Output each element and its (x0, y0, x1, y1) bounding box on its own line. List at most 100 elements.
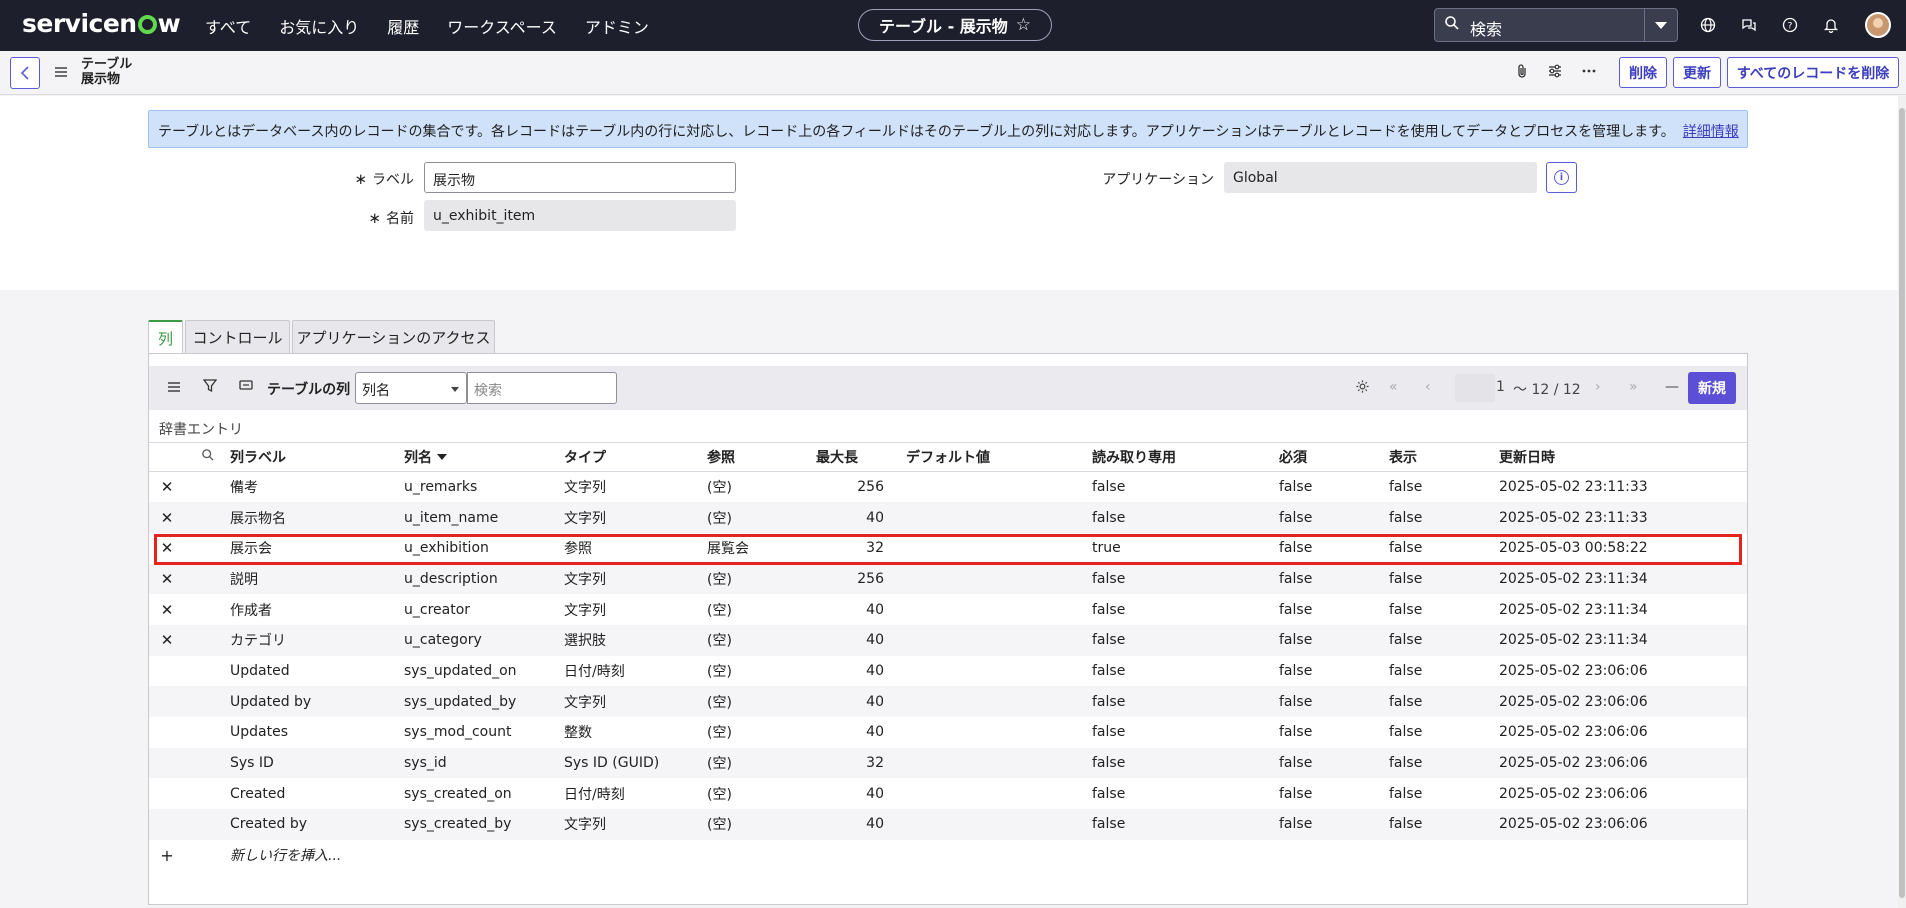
cell-type[interactable]: Sys ID (GUID) (564, 747, 707, 779)
notifications-bell-icon[interactable] (1819, 13, 1843, 37)
cell-column-label[interactable]: Sys ID (230, 747, 404, 779)
attachment-icon[interactable] (1515, 63, 1529, 83)
cell-column-label[interactable]: Created (230, 778, 404, 809)
search-scope-dropdown[interactable] (1644, 9, 1677, 41)
search-input[interactable]: 検索 (1470, 16, 1502, 40)
list-menu-icon[interactable] (167, 379, 181, 397)
table-row[interactable]: Updated sys_updated_on 日付/時刻 (空) 40 false fals… (149, 656, 1747, 687)
table-row[interactable]: ✕ 備考 u_remarks 文字列 (空) 256 false false false 2025… (149, 472, 1747, 503)
first-page-icon[interactable]: « (1389, 379, 1398, 395)
more-info-link[interactable]: 詳細情報 (1683, 124, 1739, 140)
header-column-label[interactable]: 列ラベル (230, 442, 404, 472)
list-search-input[interactable]: 検索 (467, 372, 617, 404)
page-number-input[interactable] (1455, 374, 1495, 402)
label-input[interactable]: 展示物 (424, 162, 736, 193)
header-mandatory[interactable]: 必須 (1279, 442, 1389, 472)
delete-row-icon[interactable]: ✕ (149, 594, 185, 625)
previous-page-icon[interactable]: ‹ (1425, 379, 1431, 395)
table-row[interactable]: ✕ 展示物名 u_item_name 文字列 (空) 40 false false false 2… (149, 502, 1747, 533)
favorite-star-icon[interactable]: ☆ (1016, 15, 1031, 35)
delete-row-icon[interactable]: ✕ (149, 502, 185, 533)
menu-admin[interactable]: アドミン (585, 14, 649, 38)
delete-all-records-button[interactable]: すべてのレコードを削除 (1727, 57, 1899, 88)
cell-type[interactable]: 選択肢 (564, 624, 707, 656)
cell-type[interactable]: 参照 (564, 533, 707, 564)
cell-column-label[interactable]: 展示物名 (230, 502, 404, 533)
globe-icon[interactable] (1696, 13, 1720, 37)
collapse-list-icon[interactable]: — (1665, 379, 1679, 395)
cell-column-label[interactable]: 展示会 (230, 533, 404, 564)
form-context-menu-icon[interactable] (54, 63, 68, 82)
menu-favorites[interactable]: お気に入り (279, 14, 359, 38)
scrollbar-thumb[interactable] (1899, 108, 1905, 898)
header-display[interactable]: 表示 (1389, 442, 1499, 472)
more-options-icon[interactable] (1581, 63, 1597, 83)
last-page-icon[interactable]: » (1629, 379, 1638, 395)
cell-type[interactable]: 文字列 (564, 502, 707, 533)
user-avatar[interactable] (1865, 12, 1891, 38)
cell-column-label[interactable]: Updates (230, 717, 404, 748)
next-page-icon[interactable]: › (1595, 379, 1601, 395)
column-search-icon[interactable] (185, 442, 230, 472)
cell-column-label[interactable]: カテゴリ (230, 624, 404, 656)
cell-type[interactable]: 文字列 (564, 472, 707, 503)
global-search[interactable]: 検索 (1434, 8, 1678, 42)
tab-controls[interactable]: コントロール (185, 320, 290, 353)
table-row[interactable]: Sys ID sys_id Sys ID (GUID) (空) 32 false false… (149, 747, 1747, 779)
cell-type[interactable]: 文字列 (564, 563, 707, 595)
header-max-length[interactable]: 最大長 (816, 442, 906, 472)
header-read-only[interactable]: 読み取り専用 (1092, 442, 1279, 472)
delete-row-icon[interactable]: ✕ (149, 533, 185, 564)
table-row[interactable]: ✕ カテゴリ u_category 選択肢 (空) 40 false false false 20… (149, 624, 1747, 656)
chat-icon[interactable] (1737, 13, 1761, 37)
list-comment-icon[interactable] (239, 379, 253, 397)
cell-column-label[interactable]: 備考 (230, 472, 404, 503)
cell-type[interactable]: 整数 (564, 717, 707, 748)
update-button[interactable]: 更新 (1673, 57, 1721, 88)
menu-workspaces[interactable]: ワークスペース (447, 14, 557, 38)
cell-column-label[interactable]: 説明 (230, 563, 404, 595)
back-button[interactable] (10, 57, 40, 89)
new-button[interactable]: 新規 (1688, 372, 1736, 404)
delete-row-icon[interactable]: ✕ (149, 563, 185, 595)
header-column-name[interactable]: 列名 (404, 442, 564, 472)
header-reference[interactable]: 参照 (707, 442, 816, 472)
delete-row-icon[interactable]: ✕ (149, 624, 185, 656)
add-row-plus-icon[interactable]: + (149, 840, 185, 871)
search-field-select[interactable]: 列名 (355, 372, 467, 404)
table-row[interactable]: Updates sys_mod_count 整数 (空) 40 false false fal… (149, 717, 1747, 748)
table-row[interactable]: Created sys_created_on 日付/時刻 (空) 40 false fals… (149, 778, 1747, 809)
menu-all[interactable]: すべて (205, 14, 251, 38)
cell-column-label[interactable]: Updated (230, 656, 404, 687)
table-row[interactable]: Updated by sys_updated_by 文字列 (空) 40 false fal… (149, 686, 1747, 717)
delete-button[interactable]: 削除 (1619, 57, 1667, 88)
cell-type[interactable]: 日付/時刻 (564, 778, 707, 809)
table-row[interactable]: ✕ 説明 u_description 文字列 (空) 256 false false false… (149, 563, 1747, 595)
settings-sliders-icon[interactable] (1547, 63, 1563, 83)
table-row[interactable]: ✕ 展示会 u_exhibition 参照 展覧会 32 true false false 202… (149, 533, 1747, 564)
header-type[interactable]: タイプ (564, 442, 707, 472)
tab-columns[interactable]: 列 (148, 320, 183, 355)
table-row[interactable]: ✕ 作成者 u_creator 文字列 (空) 40 false false false 2025… (149, 594, 1747, 625)
servicenow-logo[interactable]: servicen w (22, 9, 181, 38)
header-default-value[interactable]: デフォルト値 (906, 442, 1092, 472)
list-settings-gear-icon[interactable] (1355, 379, 1370, 398)
cell-column-label[interactable]: Updated by (230, 686, 404, 717)
filter-icon[interactable] (202, 379, 218, 397)
cell-type[interactable]: 文字列 (564, 809, 707, 840)
cell-column-label[interactable]: Created by (230, 809, 404, 840)
insert-new-row[interactable]: + 新しい行を挿入... (149, 840, 1747, 871)
cell-type[interactable]: 文字列 (564, 594, 707, 625)
page-scrollbar[interactable] (1898, 96, 1906, 908)
cell-reference[interactable]: 展覧会 (707, 533, 816, 564)
cell-type[interactable]: 文字列 (564, 686, 707, 717)
table-row[interactable]: Created by sys_created_by 文字列 (空) 40 false fal… (149, 809, 1747, 840)
cell-type[interactable]: 日付/時刻 (564, 656, 707, 687)
menu-history[interactable]: 履歴 (387, 14, 419, 38)
delete-row-icon[interactable]: ✕ (149, 472, 185, 503)
cell-column-label[interactable]: 作成者 (230, 594, 404, 625)
help-icon[interactable]: ? (1778, 13, 1802, 37)
context-title-pill[interactable]: テーブル - 展示物 ☆ (858, 9, 1052, 41)
header-updated[interactable]: 更新日時 (1499, 442, 1747, 472)
insert-row-text[interactable]: 新しい行を挿入... (230, 840, 1747, 871)
